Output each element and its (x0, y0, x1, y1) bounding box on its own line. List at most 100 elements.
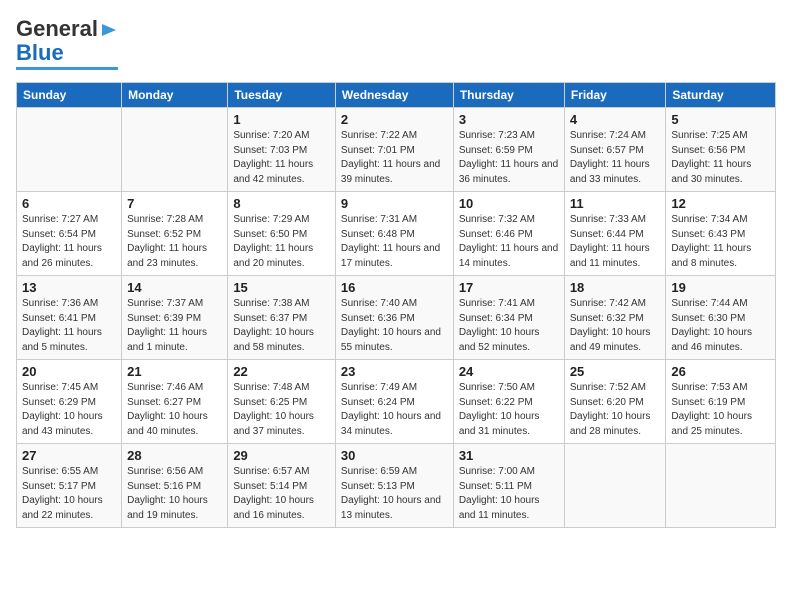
day-info: Sunrise: 6:56 AM Sunset: 5:16 PM Dayligh… (127, 465, 222, 523)
day-number: 22 (233, 364, 330, 379)
day-number: 30 (341, 448, 448, 463)
day-header-wednesday: Wednesday (335, 83, 453, 108)
day-info: Sunrise: 7:42 AM Sunset: 6:32 PM Dayligh… (570, 297, 661, 355)
calendar-cell: 22 Sunrise: 7:48 AM Sunset: 6:25 PM Dayli… (228, 360, 336, 444)
calendar-table: SundayMondayTuesdayWednesdayThursdayFrid… (16, 82, 776, 528)
day-info: Sunrise: 7:34 AM Sunset: 6:43 PM Dayligh… (671, 213, 770, 271)
day-number: 9 (341, 196, 448, 211)
calendar-week-row: 13 Sunrise: 7:36 AM Sunset: 6:41 PM Dayli… (17, 276, 776, 360)
day-info: Sunrise: 7:20 AM Sunset: 7:03 PM Dayligh… (233, 129, 330, 187)
day-number: 26 (671, 364, 770, 379)
day-number: 15 (233, 280, 330, 295)
day-number: 6 (22, 196, 116, 211)
calendar-cell: 1 Sunrise: 7:20 AM Sunset: 7:03 PM Daylig… (228, 108, 336, 192)
calendar-cell: 9Sunrise: 7:31 AM Sunset: 6:48 PM Daylig… (335, 192, 453, 276)
calendar-cell: 27 Sunrise: 6:55 AM Sunset: 5:17 PM Dayli… (17, 444, 122, 528)
calendar-cell: 11 Sunrise: 7:33 AM Sunset: 6:44 PM Dayli… (564, 192, 666, 276)
day-info: Sunrise: 7:00 AM Sunset: 5:11 PM Dayligh… (459, 465, 559, 523)
calendar-cell: 6 Sunrise: 7:27 AM Sunset: 6:54 PM Daylig… (17, 192, 122, 276)
day-info: Sunrise: 7:24 AM Sunset: 6:57 PM Dayligh… (570, 129, 661, 187)
day-info: Sunrise: 7:37 AM Sunset: 6:39 PM Dayligh… (127, 297, 222, 355)
day-number: 10 (459, 196, 559, 211)
calendar-cell: 10 Sunrise: 7:32 AM Sunset: 6:46 PM Dayli… (453, 192, 564, 276)
day-number: 7 (127, 196, 222, 211)
day-info: Sunrise: 7:50 AM Sunset: 6:22 PM Dayligh… (459, 381, 559, 439)
day-number: 11 (570, 196, 661, 211)
day-number: 5 (671, 112, 770, 127)
calendar-cell: 14 Sunrise: 7:37 AM Sunset: 6:39 PM Dayli… (122, 276, 228, 360)
calendar-cell: 4 Sunrise: 7:24 AM Sunset: 6:57 PM Daylig… (564, 108, 666, 192)
day-info: Sunrise: 7:45 AM Sunset: 6:29 PM Dayligh… (22, 381, 116, 439)
day-number: 29 (233, 448, 330, 463)
day-number: 8 (233, 196, 330, 211)
day-info: Sunrise: 7:36 AM Sunset: 6:41 PM Dayligh… (22, 297, 116, 355)
day-number: 23 (341, 364, 448, 379)
calendar-cell: 26 Sunrise: 7:53 AM Sunset: 6:19 PM Dayli… (666, 360, 776, 444)
calendar-header-row: SundayMondayTuesdayWednesdayThursdayFrid… (17, 83, 776, 108)
calendar-cell: 16 Sunrise: 7:40 AM Sunset: 6:36 PM Dayli… (335, 276, 453, 360)
day-info: Sunrise: 7:53 AM Sunset: 6:19 PM Dayligh… (671, 381, 770, 439)
day-info: Sunrise: 7:49 AM Sunset: 6:24 PM Dayligh… (341, 381, 448, 439)
day-info: Sunrise: 7:40 AM Sunset: 6:36 PM Dayligh… (341, 297, 448, 355)
calendar-cell: 2Sunrise: 7:22 AM Sunset: 7:01 PM Daylig… (335, 108, 453, 192)
day-info: Sunrise: 7:33 AM Sunset: 6:44 PM Dayligh… (570, 213, 661, 271)
day-info: Sunrise: 7:32 AM Sunset: 6:46 PM Dayligh… (459, 213, 559, 271)
calendar-week-row: 6 Sunrise: 7:27 AM Sunset: 6:54 PM Daylig… (17, 192, 776, 276)
calendar-cell: 31 Sunrise: 7:00 AM Sunset: 5:11 PM Dayli… (453, 444, 564, 528)
day-number: 4 (570, 112, 661, 127)
logo-general-text: General (16, 16, 98, 42)
day-info: Sunrise: 6:55 AM Sunset: 5:17 PM Dayligh… (22, 465, 116, 523)
calendar-cell: 12 Sunrise: 7:34 AM Sunset: 6:43 PM Dayli… (666, 192, 776, 276)
day-info: Sunrise: 7:44 AM Sunset: 6:30 PM Dayligh… (671, 297, 770, 355)
calendar-cell: 15 Sunrise: 7:38 AM Sunset: 6:37 PM Dayli… (228, 276, 336, 360)
calendar-cell: 21Sunrise: 7:46 AM Sunset: 6:27 PM Dayli… (122, 360, 228, 444)
calendar-cell (122, 108, 228, 192)
calendar-week-row: 20 Sunrise: 7:45 AM Sunset: 6:29 PM Dayli… (17, 360, 776, 444)
day-number: 12 (671, 196, 770, 211)
calendar-cell: 18 Sunrise: 7:42 AM Sunset: 6:32 PM Dayli… (564, 276, 666, 360)
calendar-cell (564, 444, 666, 528)
day-header-thursday: Thursday (453, 83, 564, 108)
day-info: Sunrise: 7:48 AM Sunset: 6:25 PM Dayligh… (233, 381, 330, 439)
calendar-cell (17, 108, 122, 192)
day-number: 24 (459, 364, 559, 379)
calendar-cell: 20 Sunrise: 7:45 AM Sunset: 6:29 PM Dayli… (17, 360, 122, 444)
day-info: Sunrise: 6:57 AM Sunset: 5:14 PM Dayligh… (233, 465, 330, 523)
day-number: 1 (233, 112, 330, 127)
day-header-friday: Friday (564, 83, 666, 108)
day-number: 27 (22, 448, 116, 463)
day-info: Sunrise: 7:52 AM Sunset: 6:20 PM Dayligh… (570, 381, 661, 439)
day-info: Sunrise: 7:22 AM Sunset: 7:01 PM Dayligh… (341, 129, 448, 187)
calendar-cell: 13 Sunrise: 7:36 AM Sunset: 6:41 PM Dayli… (17, 276, 122, 360)
day-number: 14 (127, 280, 222, 295)
day-number: 20 (22, 364, 116, 379)
day-number: 19 (671, 280, 770, 295)
calendar-cell: 24 Sunrise: 7:50 AM Sunset: 6:22 PM Dayli… (453, 360, 564, 444)
calendar-cell: 17Sunrise: 7:41 AM Sunset: 6:34 PM Dayli… (453, 276, 564, 360)
day-number: 18 (570, 280, 661, 295)
day-number: 28 (127, 448, 222, 463)
day-info: Sunrise: 7:25 AM Sunset: 6:56 PM Dayligh… (671, 129, 770, 187)
day-info: Sunrise: 7:38 AM Sunset: 6:37 PM Dayligh… (233, 297, 330, 355)
logo: General Blue (16, 16, 118, 70)
day-info: Sunrise: 6:59 AM Sunset: 5:13 PM Dayligh… (341, 465, 448, 523)
calendar-cell: 7 Sunrise: 7:28 AM Sunset: 6:52 PM Daylig… (122, 192, 228, 276)
day-number: 21 (127, 364, 222, 379)
day-number: 31 (459, 448, 559, 463)
day-number: 16 (341, 280, 448, 295)
day-number: 13 (22, 280, 116, 295)
calendar-cell: 5 Sunrise: 7:25 AM Sunset: 6:56 PM Daylig… (666, 108, 776, 192)
day-number: 3 (459, 112, 559, 127)
day-info: Sunrise: 7:27 AM Sunset: 6:54 PM Dayligh… (22, 213, 116, 271)
day-info: Sunrise: 7:29 AM Sunset: 6:50 PM Dayligh… (233, 213, 330, 271)
calendar-cell: 25 Sunrise: 7:52 AM Sunset: 6:20 PM Dayli… (564, 360, 666, 444)
calendar-cell: 28 Sunrise: 6:56 AM Sunset: 5:16 PM Dayli… (122, 444, 228, 528)
day-header-monday: Monday (122, 83, 228, 108)
day-info: Sunrise: 7:28 AM Sunset: 6:52 PM Dayligh… (127, 213, 222, 271)
day-number: 25 (570, 364, 661, 379)
day-number: 17 (459, 280, 559, 295)
calendar-week-row: 27 Sunrise: 6:55 AM Sunset: 5:17 PM Dayli… (17, 444, 776, 528)
calendar-cell: 3Sunrise: 7:23 AM Sunset: 6:59 PM Daylig… (453, 108, 564, 192)
calendar-cell (666, 444, 776, 528)
day-header-tuesday: Tuesday (228, 83, 336, 108)
